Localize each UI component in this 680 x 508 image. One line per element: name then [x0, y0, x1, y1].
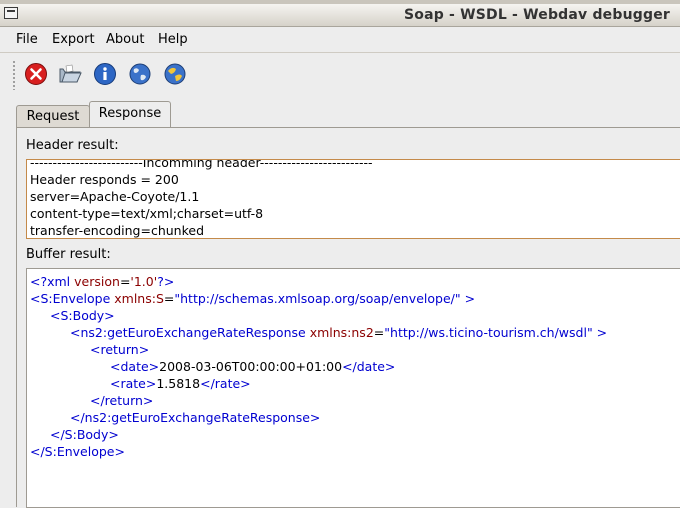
- menu-export[interactable]: Export: [52, 32, 95, 47]
- tab-response[interactable]: Response: [89, 101, 171, 128]
- header-line: content-type=text/xml;charset=utf-8: [30, 206, 264, 221]
- xml-line: <rate>1.5818</rate>: [110, 376, 251, 391]
- xml-line: </return>: [90, 393, 154, 408]
- close-red-icon[interactable]: [24, 62, 48, 86]
- globe-icon[interactable]: [163, 62, 187, 86]
- xml-line: <date>2008-03-06T00:00:00+01:00</date>: [110, 359, 396, 374]
- buffer-result-label: Buffer result:: [26, 247, 111, 262]
- xml-line: <S:Envelope xmlns:S="http://schemas.xmls…: [30, 291, 476, 306]
- xml-line: </S:Envelope>: [30, 444, 125, 459]
- buffer-result-textarea[interactable]: <?xml version='1.0'?> <S:Envelope xmlns:…: [26, 268, 680, 508]
- xml-line: <ns2:getEuroExchangeRateResponse xmlns:n…: [70, 325, 608, 340]
- xml-line: <?xml version='1.0'?>: [30, 274, 175, 289]
- header-line: Header responds = 200: [30, 172, 179, 187]
- xml-line: <return>: [90, 342, 150, 357]
- menu-help[interactable]: Help: [158, 32, 188, 47]
- header-result-textarea[interactable]: -------------------------Incomming heade…: [26, 159, 680, 239]
- xml-content: <?xml version='1.0'?> <S:Envelope xmlns:…: [30, 273, 607, 460]
- toolbar: [0, 55, 680, 95]
- window-menu-button[interactable]: [4, 7, 18, 19]
- tab-bar: Request Response: [0, 100, 680, 128]
- header-result-label: Header result:: [26, 138, 119, 153]
- title-bar[interactable]: Soap - WSDL - Webdav debugger: [0, 4, 680, 27]
- toolbar-grip-handle[interactable]: [12, 60, 16, 90]
- info-icon[interactable]: [93, 62, 117, 86]
- open-folder-icon[interactable]: [58, 62, 82, 86]
- xml-line: </ns2:getEuroExchangeRateResponse>: [70, 410, 321, 425]
- header-line: transfer-encoding=chunked: [30, 223, 205, 238]
- xml-line: </S:Body>: [50, 427, 119, 442]
- menu-about[interactable]: About: [106, 32, 144, 47]
- menu-bar: File Export About Help: [0, 27, 680, 53]
- tab-request[interactable]: Request: [16, 105, 90, 128]
- xml-line: <S:Body>: [50, 308, 115, 323]
- header-line: server=Apache-Coyote/1.1: [30, 189, 200, 204]
- menu-file[interactable]: File: [16, 32, 38, 47]
- header-line: -------------------------Incomming heade…: [30, 159, 373, 170]
- globe-icon[interactable]: [128, 62, 152, 86]
- window-title: Soap - WSDL - Webdav debugger: [403, 7, 670, 23]
